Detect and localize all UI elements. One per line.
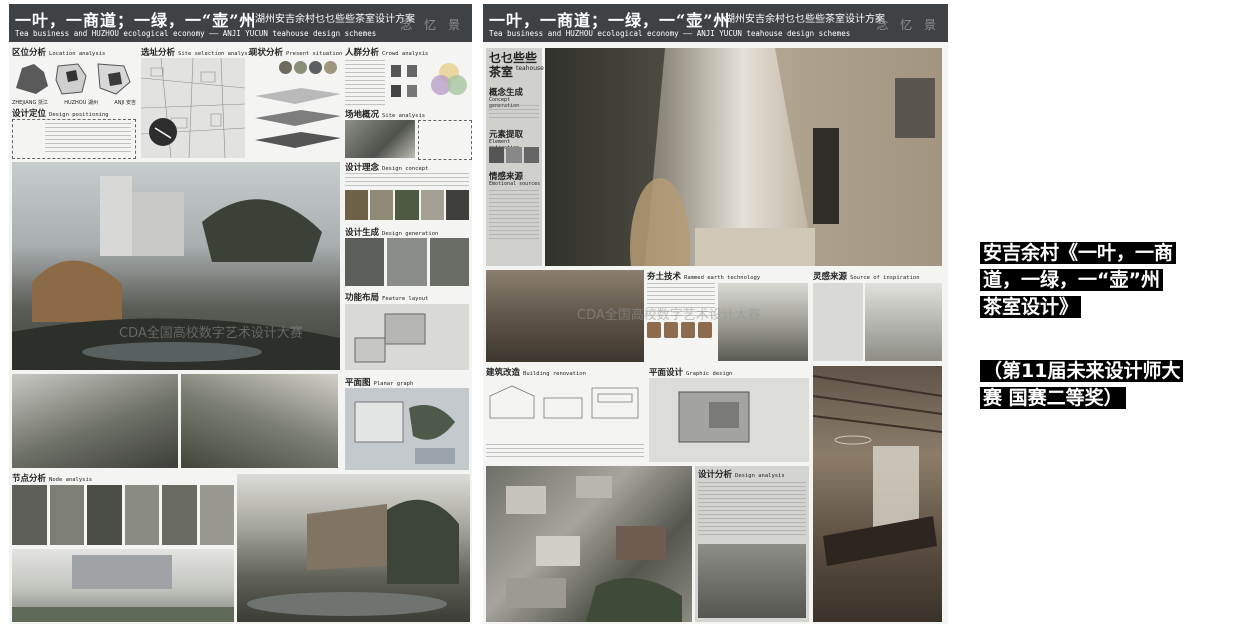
- banner-english-title-right: Tea business and HUZHOU ecological econo…: [489, 29, 851, 38]
- inspiration-sketch: [813, 283, 863, 361]
- section-inspiration: 灵感来源 Source of inspiration: [813, 272, 920, 282]
- concept-text: [345, 173, 469, 187]
- planar-graph-image: [345, 388, 469, 470]
- design-analysis-panel: 设计分析 Design analysis: [695, 466, 809, 622]
- section-node-analysis: 节点分析 Node analysis: [12, 474, 93, 484]
- design-analysis-aerial: [698, 544, 806, 618]
- caption-award-line-2: 赛 国赛二等奖）: [980, 387, 1126, 409]
- location-map-labels: ZHEJIANG 浙江 HUZHOU 湖州 ANJI 安吉: [12, 100, 136, 106]
- site-selection-map: [141, 58, 245, 158]
- section-planar-graph: 平面图 Planar graph: [345, 378, 414, 388]
- poster-banner-right: 一叶，一商道；一绿，一“壶”州 湖州安吉余村乜乜些些茶室设计方案 Tea bus…: [483, 4, 948, 42]
- section-design-positioning: 设计定位 Design positioning: [12, 109, 109, 119]
- overlay-watermark-right: CDA全国高校数字艺术设计大赛: [577, 308, 761, 323]
- render-courtyard-2: [181, 374, 338, 468]
- generation-sketches: [345, 238, 469, 286]
- caption-award-line-1: （第11届未来设计师大: [980, 360, 1184, 382]
- aerial-render: [486, 466, 692, 622]
- render-tea-room: [813, 366, 942, 622]
- element-icons: [489, 147, 539, 163]
- crowd-diagram: [387, 59, 469, 105]
- design-analysis-text: [698, 482, 806, 538]
- feature-layout-diagram: [345, 304, 469, 370]
- section-design-concept: 设计理念 Design concept: [345, 163, 429, 173]
- section-design-analysis: 设计分析 Design analysis: [698, 470, 785, 480]
- crowd-text: [345, 60, 385, 106]
- present-photo-circles: [279, 61, 345, 75]
- present-layer-diagram: [251, 78, 345, 158]
- banner-title-right: 一叶，一商道；一绿，一“壶”州: [489, 11, 731, 30]
- positioning-text: [45, 123, 131, 153]
- concept-column: 乜乜些些茶室 teahouse 概念生成 Concept generation …: [486, 48, 544, 266]
- graphic-plan: [649, 378, 809, 462]
- poster-board-left: 一叶，一商道；一绿，一“壶”州 —湖州安吉余村乜乜些些茶室设计方案 Tea bu…: [9, 4, 472, 624]
- hero-alley-render: [545, 48, 942, 266]
- section-graphic-design: 平面设计 Graphic design: [649, 368, 733, 378]
- renovation-drawings: [486, 378, 644, 440]
- section-present-situation: 现状分析 Present situation: [249, 48, 343, 58]
- node-analysis-thumbs: [12, 485, 234, 545]
- render-pavilion: [237, 474, 470, 622]
- section-feature-layout: 功能布局 Feature layout: [345, 293, 429, 303]
- site-overview-notes: [418, 120, 472, 160]
- section-site-overview: 场地概况 Site analysis: [345, 110, 426, 120]
- banner-watermark: 念 忆 景: [400, 18, 464, 32]
- poster-board-right: 一叶，一商道；一绿，一“壶”州 湖州安吉余村乜乜些些茶室设计方案 Tea bus…: [483, 4, 948, 624]
- node-elevation-render: [12, 549, 234, 622]
- poster-banner: 一叶，一商道；一绿，一“壶”州 —湖州安吉余村乜乜些些茶室设计方案 Tea bu…: [9, 4, 472, 42]
- banner-subtitle: —湖州安吉余村乜乜些些茶室设计方案: [245, 14, 415, 25]
- section-site-selection: 选址分析 Site selection analysis: [141, 48, 255, 58]
- renovation-text: [486, 444, 644, 460]
- banner-english-title: Tea business and HUZHOU ecological econo…: [15, 29, 377, 38]
- inspiration-photos: [865, 283, 942, 361]
- emotional-sources-en: Emotional sources: [489, 181, 541, 187]
- section-design-generation: 设计生成 Design generation: [345, 228, 439, 238]
- caption-line-3: 茶室设计》: [980, 296, 1082, 318]
- caption-line-1: 安吉余村《一叶，一商: [980, 242, 1177, 264]
- overlay-watermark-left: CDA全国高校数字艺术设计大赛: [119, 326, 303, 341]
- site-overview-photo: [345, 120, 415, 158]
- caption-title: 安吉余村《一叶，一商 道，一绿，一“壶”州 茶室设计》: [980, 240, 1177, 321]
- banner-watermark-right: 念 忆 景: [876, 18, 940, 32]
- section-crowd: 人群分析 Crowd analysis: [345, 48, 429, 58]
- concept-generation-text: [489, 105, 539, 121]
- section-building-renovation: 建筑改造 Building renovation: [486, 368, 586, 378]
- banner-subtitle-right: 湖州安吉余村乜乜些些茶室设计方案: [725, 14, 885, 25]
- location-maps: [12, 58, 136, 98]
- section-location: 区位分析 Location analysis: [12, 48, 106, 58]
- emotional-sources-text: [489, 190, 539, 240]
- caption-award: （第11届未来设计师大 赛 国赛二等奖）: [980, 358, 1184, 412]
- section-rammed-earth: 夯土技术 Rammed earth technology: [647, 272, 761, 282]
- brand-en: teahouse: [516, 65, 544, 72]
- rammed-earth-icons: [647, 322, 715, 360]
- render-courtyard-1: [12, 374, 178, 468]
- caption-line-2: 道，一绿，一“壶”州: [980, 269, 1163, 291]
- concept-thumbs: [345, 190, 470, 220]
- banner-title: 一叶，一商道；一绿，一“壶”州: [15, 11, 257, 30]
